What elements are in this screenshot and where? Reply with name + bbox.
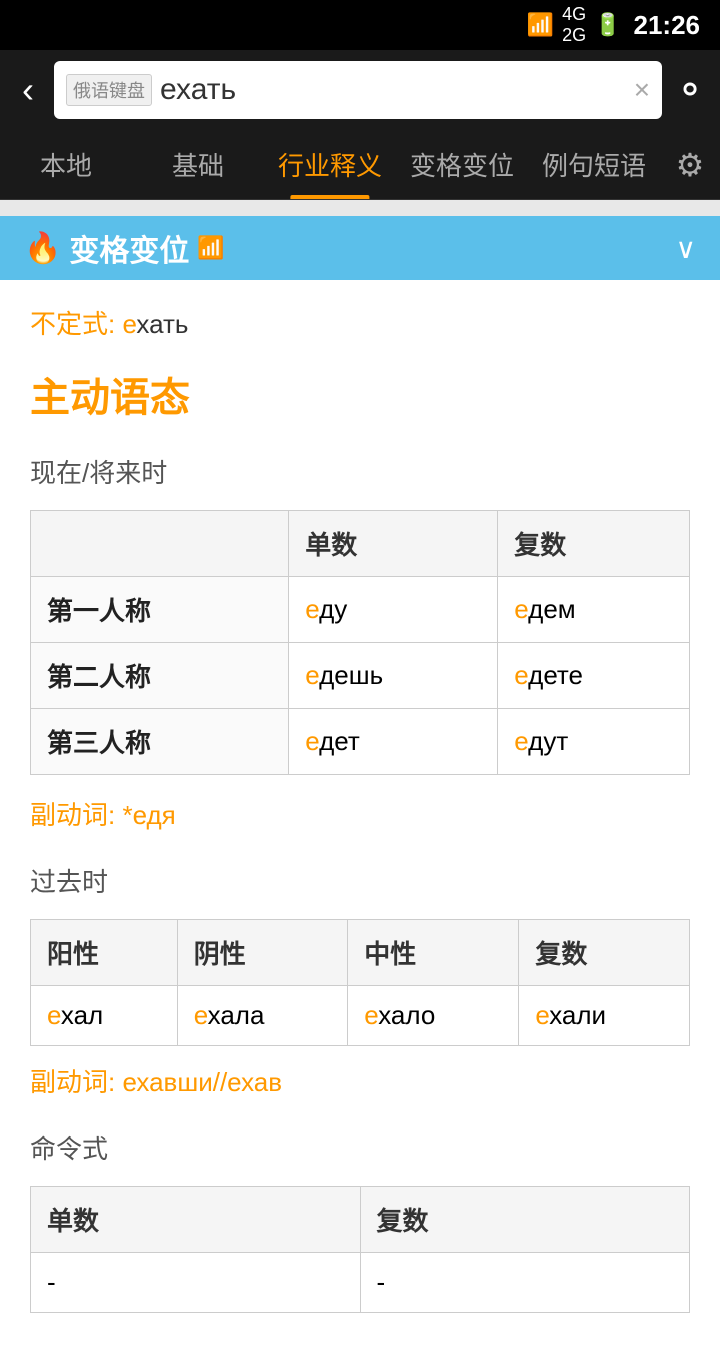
tab-conjugation[interactable]: 变格变位 — [396, 130, 528, 199]
past-cell: ехали — [519, 986, 690, 1046]
past-gerund-rest2: хав — [241, 1067, 282, 1097]
section-header[interactable]: 🔥 变格变位 📶 ∨ — [0, 216, 720, 280]
settings-button[interactable]: ⚙ — [660, 146, 720, 184]
past-cell: ехало — [348, 986, 519, 1046]
search-button[interactable]: ⚬ — [674, 68, 706, 113]
gerund-label: 副动词: — [30, 800, 115, 830]
status-bar: 📶 4G2G 🔋 21:26 — [0, 0, 720, 50]
search-value: ехать — [160, 73, 626, 107]
separator — [0, 200, 720, 216]
chevron-icon[interactable]: ∨ — [676, 232, 697, 265]
gerund-present: 副动词: *едя — [30, 795, 690, 832]
infinitive-line: 不定式: ехать — [30, 304, 690, 341]
gerund-accent: е — [133, 800, 147, 830]
gerund-rest: дя — [146, 800, 175, 830]
past-gerund-label: 副动词: — [30, 1067, 115, 1097]
singular-cell: едет — [289, 709, 498, 775]
person-cell: 第一人称 — [31, 577, 289, 643]
past-tense-label: 过去时 — [30, 862, 690, 899]
past-col-masc: 阳性 — [31, 920, 178, 986]
past-gerund-accent1: е — [122, 1067, 136, 1097]
col-header-plural: 复数 — [498, 511, 690, 577]
tab-basic[interactable]: 基础 — [132, 130, 264, 199]
imperative-label: 命令式 — [30, 1129, 690, 1166]
imp-singular-cell: - — [31, 1253, 361, 1313]
keyboard-label[interactable]: 俄语键盘 — [66, 74, 152, 106]
settings-icon: ⚙ — [676, 146, 705, 184]
imp-col-plural: 复数 — [360, 1187, 690, 1253]
col-header-singular: 单数 — [289, 511, 498, 577]
table-row: 第二人称едешьедете — [31, 643, 690, 709]
past-col-fem: 阴性 — [177, 920, 348, 986]
back-button[interactable]: ‹ — [14, 69, 42, 111]
col-header-person — [31, 511, 289, 577]
singular-cell: едешь — [289, 643, 498, 709]
imp-col-singular: 单数 — [31, 1187, 361, 1253]
clear-button[interactable]: × — [634, 74, 650, 106]
infinitive-accent: е — [122, 309, 136, 339]
table-row: 第一人称едуедем — [31, 577, 690, 643]
section-header-title: 🔥 变格变位 📶 — [24, 226, 225, 270]
voice-title: 主动语态 — [30, 365, 690, 423]
plural-cell: едете — [498, 643, 690, 709]
status-icons: 📶 4G2G 🔋 — [527, 4, 622, 46]
person-cell: 第三人称 — [31, 709, 289, 775]
signal-text: 4G2G — [562, 4, 586, 46]
battery-icon: 🔋 — [594, 12, 621, 38]
search-input-container: 俄语键盘 ехать × — [54, 61, 662, 119]
person-cell: 第二人称 — [31, 643, 289, 709]
infinitive-rest: хать — [136, 309, 188, 339]
fire-icon: 🔥 — [24, 231, 61, 266]
past-gerund-rest1: хавши// — [136, 1067, 227, 1097]
table-row: ехалехалаехалоехали — [31, 986, 690, 1046]
past-cell: ехала — [177, 986, 348, 1046]
table-row: 第三人称едетедут — [31, 709, 690, 775]
imp-plural-cell: - — [360, 1253, 690, 1313]
tab-bar: 本地 基础 行业释义 变格变位 例句短语 ⚙ — [0, 130, 720, 200]
header-wifi-icon: 📶 — [197, 235, 224, 261]
wifi-icon: 📶 — [527, 12, 554, 38]
present-tense-label: 现在/将来时 — [30, 453, 690, 490]
singular-cell: еду — [289, 577, 498, 643]
tab-examples[interactable]: 例句短语 — [528, 130, 660, 199]
plural-cell: едем — [498, 577, 690, 643]
table-row: -- — [31, 1253, 690, 1313]
past-gerund-accent2: е — [227, 1067, 241, 1097]
gerund-prefix: * — [122, 800, 132, 830]
search-bar: ‹ 俄语键盘 ехать × ⚬ — [0, 50, 720, 130]
past-cell: ехал — [31, 986, 178, 1046]
past-col-neut: 中性 — [348, 920, 519, 986]
infinitive-label: 不定式: — [30, 309, 115, 339]
main-content: 不定式: ехать 主动语态 现在/将来时 单数 复数 第一人称едуедем… — [0, 280, 720, 1353]
tab-local[interactable]: 本地 — [0, 130, 132, 199]
imperative-table: 单数 复数 -- — [30, 1186, 690, 1313]
status-time: 21:26 — [634, 10, 701, 41]
gerund-past: 副动词: ехавши//ехав — [30, 1062, 690, 1099]
present-tense-table: 单数 复数 第一人称едуедем第二人称едешьедете第三人称едете… — [30, 510, 690, 775]
plural-cell: едут — [498, 709, 690, 775]
tab-industry[interactable]: 行业释义 — [264, 130, 396, 199]
past-tense-table: 阳性 阴性 中性 复数 ехалехалаехалоехали — [30, 919, 690, 1046]
past-col-plur: 复数 — [519, 920, 690, 986]
